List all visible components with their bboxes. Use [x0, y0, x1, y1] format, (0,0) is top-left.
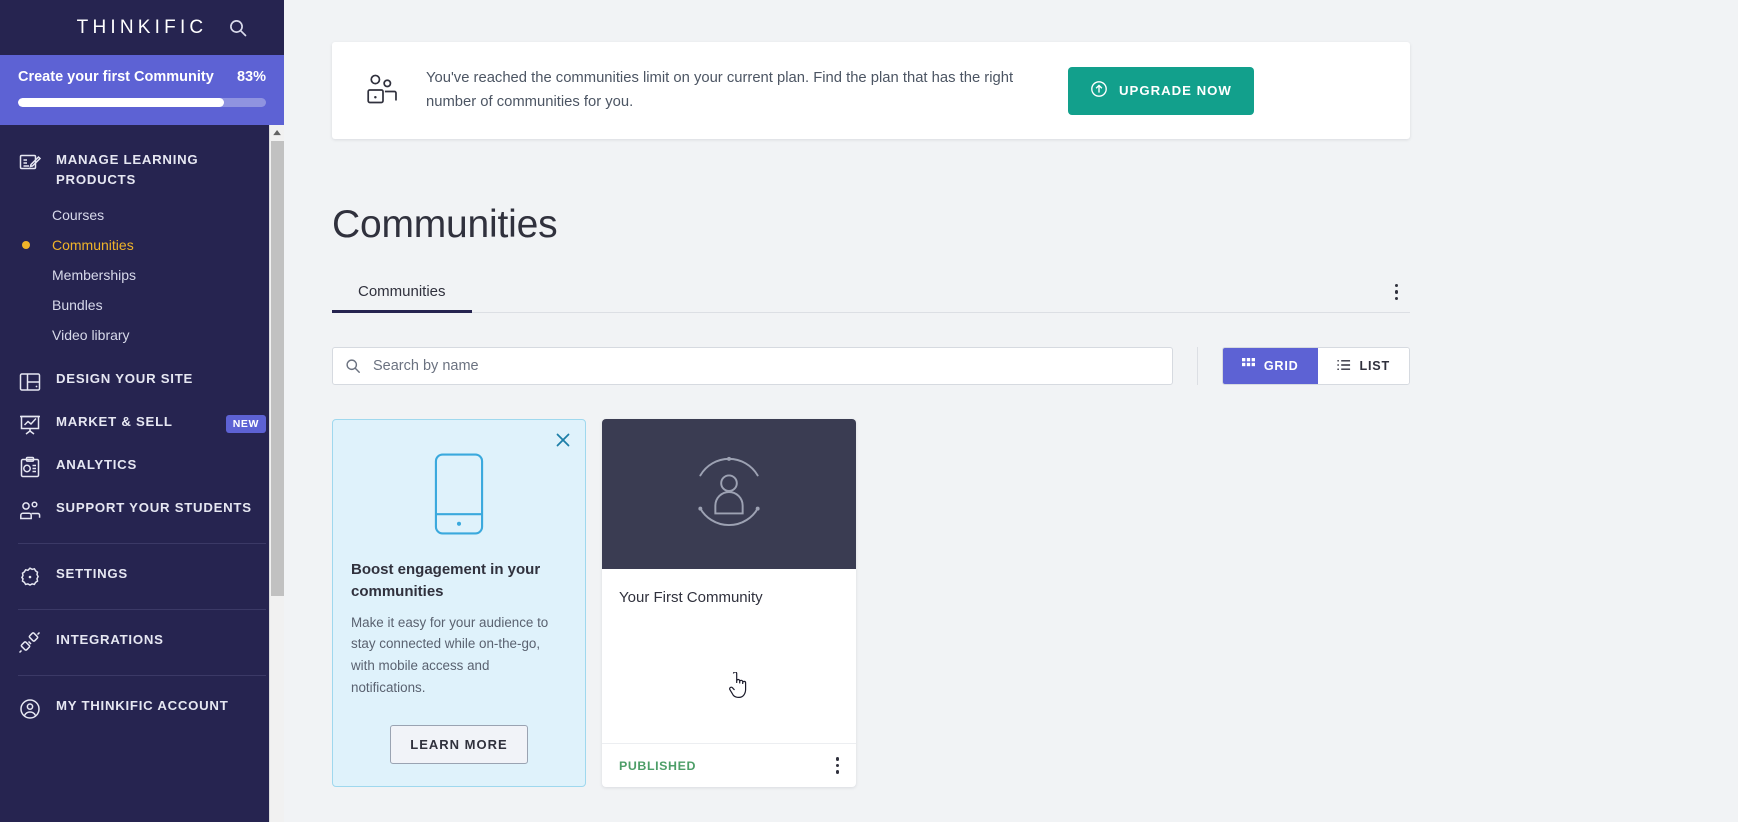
sidebar-item-label: INTEGRATIONS — [56, 631, 164, 647]
sidebar-item-integrations[interactable]: INTEGRATIONS — [0, 621, 284, 664]
sidebar-item-label: Video library — [52, 326, 130, 343]
community-card-footer: PUBLISHED — [602, 743, 856, 787]
search-input[interactable] — [332, 347, 1173, 385]
sidebar-item-market-and-sell[interactable]: MARKET & SELL NEW — [0, 403, 284, 446]
sidebar-item-label: MARKET & SELL — [56, 413, 173, 429]
scroll-up-arrow-icon[interactable] — [270, 125, 284, 140]
tab-communities[interactable]: Communities — [332, 273, 472, 313]
list-view-label: LIST — [1359, 359, 1390, 373]
presentation-chart-icon — [18, 413, 42, 437]
status-badge-new: NEW — [225, 415, 266, 434]
sidebar: THINKIFIC Create your first Community 83… — [0, 0, 284, 822]
sidebar-item-settings[interactable]: SETTINGS — [0, 555, 284, 598]
progress-fill — [18, 98, 224, 107]
community-thumbnail — [602, 419, 856, 569]
people-icon — [18, 499, 42, 523]
sidebar-item-video-library[interactable]: Video library — [0, 320, 284, 350]
sidebar-item-memberships[interactable]: Memberships — [0, 260, 284, 290]
upgrade-now-button[interactable]: UPGRADE NOW — [1068, 66, 1254, 115]
onboarding-progress[interactable]: Create your first Community 83% — [0, 55, 284, 125]
learn-more-button[interactable]: LEARN MORE — [390, 724, 528, 764]
divider — [1196, 347, 1198, 385]
divider — [18, 608, 266, 610]
sidebar-nav-scroll: MANAGE LEARNING PRODUCTS Courses Communi… — [0, 125, 284, 822]
sidebar-item-manage-learning-products[interactable]: MANAGE LEARNING PRODUCTS — [0, 141, 284, 200]
sidebar-item-support-your-students[interactable]: SUPPORT YOUR STUDENTS — [0, 489, 284, 532]
divider — [18, 674, 266, 676]
tabs-overflow-menu-button[interactable] — [1383, 283, 1411, 313]
status-badge: PUBLISHED — [619, 758, 696, 773]
sidebar-item-label: ANALYTICS — [56, 456, 137, 472]
sidebar-item-analytics[interactable]: ANALYTICS — [0, 446, 284, 489]
divider — [18, 542, 266, 544]
sidebar-item-label: Courses — [52, 206, 105, 223]
upgrade-now-label: UPGRADE NOW — [1119, 83, 1232, 98]
progress-percent: 83% — [236, 69, 266, 85]
tabs: Communities — [332, 273, 472, 313]
active-indicator-dot — [22, 240, 30, 249]
view-mode-toggle: GRID LIST — [1221, 347, 1410, 385]
more-vertical-icon — [1394, 283, 1398, 300]
sidebar-item-my-thinkific-account[interactable]: MY THINKIFIC ACCOUNT — [0, 687, 284, 730]
edit-document-icon — [18, 151, 42, 175]
cards-grid: Boost engagement in your communities Mak… — [332, 419, 1410, 787]
promo-title: Boost engagement in your communities — [351, 561, 541, 600]
grid-icon — [1241, 358, 1255, 374]
clipboard-chart-icon — [18, 456, 42, 480]
filter-bar: GRID LIST — [332, 347, 1410, 385]
community-card[interactable]: Your First Community PUBLISHED — [602, 419, 856, 787]
community-card-body: Your First Community — [602, 569, 856, 743]
grid-view-label: GRID — [1263, 359, 1299, 373]
sidebar-header: THINKIFIC — [0, 0, 284, 55]
sidebar-item-label: SETTINGS — [56, 565, 128, 581]
promo-card: Boost engagement in your communities Mak… — [332, 419, 586, 787]
sidebar-item-bundles[interactable]: Bundles — [0, 290, 284, 320]
sidebar-item-label: Communities — [52, 236, 134, 253]
search-field-wrapper — [332, 347, 1173, 385]
layout-icon — [18, 370, 42, 394]
user-circle-icon — [18, 697, 42, 721]
thinkific-logo: THINKIFIC — [76, 16, 208, 38]
sidebar-item-label: MANAGE LEARNING PRODUCTS — [56, 152, 199, 188]
arrow-up-circle-icon — [1090, 80, 1108, 101]
sidebar-item-label: Bundles — [52, 296, 103, 313]
tab-label: Communities — [358, 283, 446, 300]
sidebar-item-label: Memberships — [52, 266, 137, 283]
promo-description: Make it easy for your audience to stay c… — [351, 614, 549, 696]
list-view-button[interactable]: LIST — [1317, 348, 1409, 384]
main-content: You've reached the communities limit on … — [284, 0, 1738, 822]
sidebar-item-label: DESIGN YOUR SITE — [56, 370, 194, 386]
scrollbar-thumb[interactable] — [271, 141, 284, 596]
sidebar-item-label: SUPPORT YOUR STUDENTS — [56, 499, 252, 515]
community-name: Your First Community — [619, 589, 763, 606]
grid-view-button[interactable]: GRID — [1222, 348, 1318, 384]
sidebar-item-design-your-site[interactable]: DESIGN YOUR SITE — [0, 360, 284, 403]
people-group-icon — [362, 70, 404, 112]
page-title: Communities — [332, 203, 558, 246]
progress-track — [18, 98, 266, 107]
progress-title: Create your first Community — [18, 69, 214, 85]
search-icon[interactable] — [228, 18, 248, 38]
sidebar-scrollbar[interactable] — [269, 125, 284, 822]
mobile-phone-icon — [434, 452, 484, 541]
community-card-menu-button[interactable] — [835, 757, 839, 774]
list-icon — [1336, 359, 1351, 374]
community-avatar-icon — [690, 453, 768, 536]
sidebar-item-courses[interactable]: Courses — [0, 200, 284, 230]
tabs-bar: Communities — [332, 273, 1410, 313]
progress-header: Create your first Community 83% — [18, 69, 266, 85]
banner-message: You've reached the communities limit on … — [426, 69, 1014, 110]
sidebar-item-label: MY THINKIFIC ACCOUNT — [56, 697, 229, 713]
app-root: THINKIFIC Create your first Community 83… — [0, 0, 1738, 822]
close-icon[interactable] — [555, 432, 572, 449]
plan-limit-banner: You've reached the communities limit on … — [332, 42, 1410, 139]
gear-icon — [18, 565, 42, 589]
plug-icon — [18, 631, 42, 655]
sidebar-item-communities[interactable]: Communities — [0, 230, 284, 260]
